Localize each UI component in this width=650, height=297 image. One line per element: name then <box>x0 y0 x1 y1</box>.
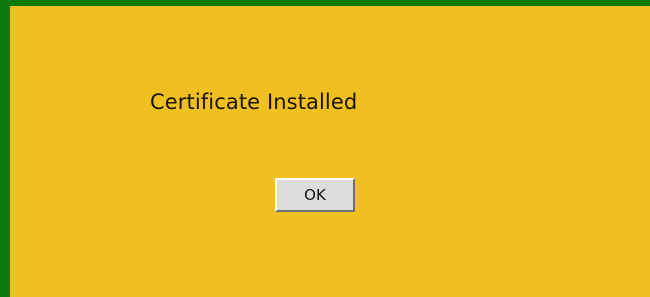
ok-button[interactable]: OK <box>275 178 355 212</box>
certificate-status-message: Certificate Installed <box>150 90 358 114</box>
certificate-dialog: Certificate Installed OK <box>0 0 650 297</box>
